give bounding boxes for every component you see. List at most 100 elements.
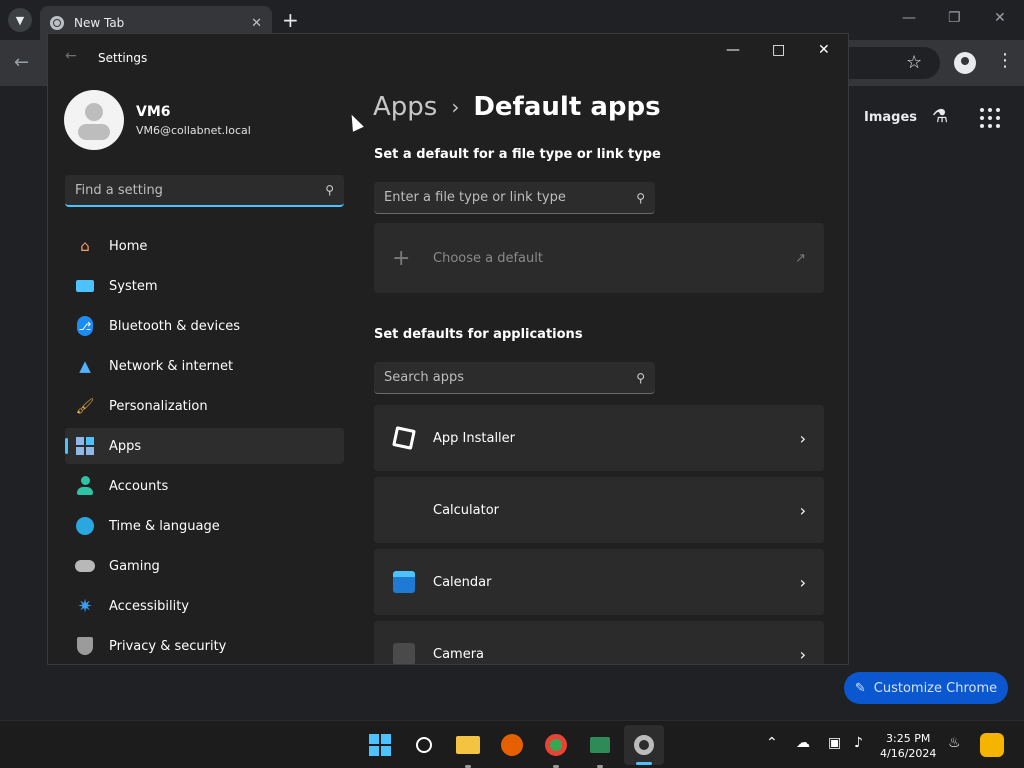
- nav-item-accessibility[interactable]: ✷ Accessibility: [65, 588, 344, 624]
- wifi-icon: ▲: [79, 357, 91, 375]
- notification-bell-icon[interactable]: ♨: [948, 735, 961, 751]
- shield-icon: [75, 636, 95, 656]
- apps-icon: [75, 436, 95, 456]
- profile-icon[interactable]: [954, 52, 976, 74]
- customize-chrome-button[interactable]: ✎ Customize Chrome: [844, 672, 1008, 704]
- taskbar-firefox[interactable]: [492, 721, 532, 768]
- taskbar-file-explorer[interactable]: [448, 721, 488, 768]
- apps-search: ⚲: [374, 362, 655, 394]
- calendar-icon: [392, 570, 416, 594]
- nav-item-label: Gaming: [109, 558, 160, 574]
- chrome-menu-icon[interactable]: ⋮: [996, 50, 1014, 71]
- search-icon: ⚲: [325, 183, 334, 197]
- file-type-section-heading: Set a default for a file type or link ty…: [374, 147, 661, 162]
- avatar: [64, 90, 124, 150]
- globe-clock-icon: [75, 516, 95, 536]
- nav-item-label: Accessibility: [109, 598, 189, 614]
- user-account-card[interactable]: VM6 VM6@collabnet.local: [64, 90, 251, 150]
- new-tab-button[interactable]: +: [282, 8, 299, 32]
- app-row-calculator[interactable]: Calculator ›: [374, 477, 824, 543]
- chrome-restore-icon[interactable]: ❐: [948, 10, 961, 26]
- nav-item-bluetooth[interactable]: ⎇ Bluetooth & devices: [65, 308, 344, 344]
- google-apps-icon[interactable]: [980, 108, 1000, 128]
- search-icon: ⚲: [636, 370, 645, 385]
- breadcrumb-apps[interactable]: Apps: [373, 92, 437, 122]
- chevron-up-icon[interactable]: ⌃: [766, 735, 778, 751]
- accounts-icon: [75, 476, 95, 496]
- clock-date: 4/16/2024: [880, 747, 937, 760]
- settings-window: ← Settings — □ ✕ VM6 VM6@collabnet.local…: [47, 33, 849, 665]
- settings-nav: ⌂ Home System ⎇ Bluetooth & devices ▲ Ne…: [65, 228, 344, 664]
- brush-icon: 🖌: [75, 397, 95, 415]
- system-icon: [75, 276, 95, 296]
- back-arrow-icon[interactable]: ←: [65, 48, 77, 64]
- taskbar-settings[interactable]: [624, 725, 664, 765]
- user-name: VM6: [136, 103, 171, 120]
- images-link[interactable]: Images: [864, 110, 917, 125]
- choose-default-label: Choose a default: [433, 250, 543, 266]
- home-icon: ⌂: [80, 237, 90, 255]
- nav-item-network[interactable]: ▲ Network & internet: [65, 348, 344, 384]
- plus-icon: +: [392, 245, 411, 271]
- close-tab-icon[interactable]: ✕: [251, 16, 262, 31]
- open-external-icon: ↗: [795, 250, 806, 266]
- chevron-right-icon: ›: [799, 644, 806, 664]
- maximize-icon[interactable]: □: [772, 42, 785, 58]
- user-email: VM6@collabnet.local: [136, 123, 251, 137]
- chrome-icon: [545, 734, 567, 756]
- taskbar-search-button[interactable]: [404, 721, 444, 768]
- tab-title: New Tab: [74, 16, 125, 30]
- nav-item-home[interactable]: ⌂ Home: [65, 228, 344, 264]
- tab-search-button[interactable]: ▼: [8, 8, 32, 32]
- app-row-calendar[interactable]: Calendar ›: [374, 549, 824, 615]
- chevron-right-icon: ›: [451, 95, 460, 119]
- close-icon[interactable]: ✕: [818, 42, 830, 58]
- page-title: Default apps: [473, 92, 661, 122]
- nav-item-system[interactable]: System: [65, 268, 344, 304]
- nav-item-label: Home: [109, 238, 148, 254]
- copilot-icon[interactable]: [980, 733, 1004, 757]
- nav-item-gaming[interactable]: Gaming: [65, 548, 344, 584]
- accessibility-icon: ✷: [77, 595, 93, 617]
- bookmark-star-icon[interactable]: ☆: [906, 52, 922, 73]
- back-arrow-icon[interactable]: ←: [14, 52, 29, 73]
- nav-item-personalization[interactable]: 🖌 Personalization: [65, 388, 344, 424]
- window-title: Settings: [98, 51, 148, 65]
- nav-item-privacy[interactable]: Privacy & security: [65, 628, 344, 664]
- choose-default-card[interactable]: + Choose a default ↗: [374, 223, 824, 293]
- app-row-app-installer[interactable]: App Installer ›: [374, 405, 824, 471]
- camera-icon: [392, 642, 416, 664]
- pencil-icon: ✎: [854, 680, 866, 696]
- taskbar-chrome[interactable]: [536, 721, 576, 768]
- app-row-camera[interactable]: Camera ›: [374, 621, 824, 664]
- speaker-muted-icon[interactable]: ♪: [854, 735, 863, 751]
- search-apps-input[interactable]: [384, 370, 637, 385]
- taskbar-app[interactable]: [580, 721, 620, 768]
- nav-item-accounts[interactable]: Accounts: [65, 468, 344, 504]
- cloud-offline-icon[interactable]: ☁: [796, 735, 810, 751]
- labs-flask-icon[interactable]: ⚗: [932, 106, 948, 127]
- nav-item-label: Privacy & security: [109, 638, 227, 654]
- file-type-input[interactable]: [384, 190, 637, 205]
- folder-icon: [456, 736, 480, 754]
- gear-icon: [634, 735, 654, 755]
- start-button[interactable]: [360, 721, 400, 768]
- taskbar-clock[interactable]: 3:25 PM 4/16/2024: [880, 731, 936, 761]
- chrome-minimize-icon[interactable]: —: [902, 10, 916, 26]
- nav-item-time-language[interactable]: Time & language: [65, 508, 344, 544]
- bluetooth-icon: ⎇: [75, 316, 95, 336]
- chrome-close-icon[interactable]: ✕: [994, 10, 1006, 26]
- display-icon[interactable]: ▣: [828, 735, 841, 751]
- app-name: Calendar: [433, 574, 492, 590]
- nav-item-label: Personalization: [109, 398, 208, 414]
- taskbar: ⌃ ☁ ▣ ♪ 3:25 PM 4/16/2024 ♨: [0, 720, 1024, 768]
- find-setting-input[interactable]: [75, 182, 326, 198]
- nav-item-apps[interactable]: Apps: [65, 428, 344, 464]
- chrome-favicon-icon: [50, 16, 64, 30]
- app-name: Camera: [433, 646, 485, 662]
- find-setting-search: ⚲: [65, 175, 344, 207]
- file-type-search: ⚲: [374, 182, 655, 214]
- nav-item-label: Apps: [109, 438, 142, 454]
- minimize-icon[interactable]: —: [726, 42, 740, 58]
- windows-logo-icon: [369, 734, 391, 756]
